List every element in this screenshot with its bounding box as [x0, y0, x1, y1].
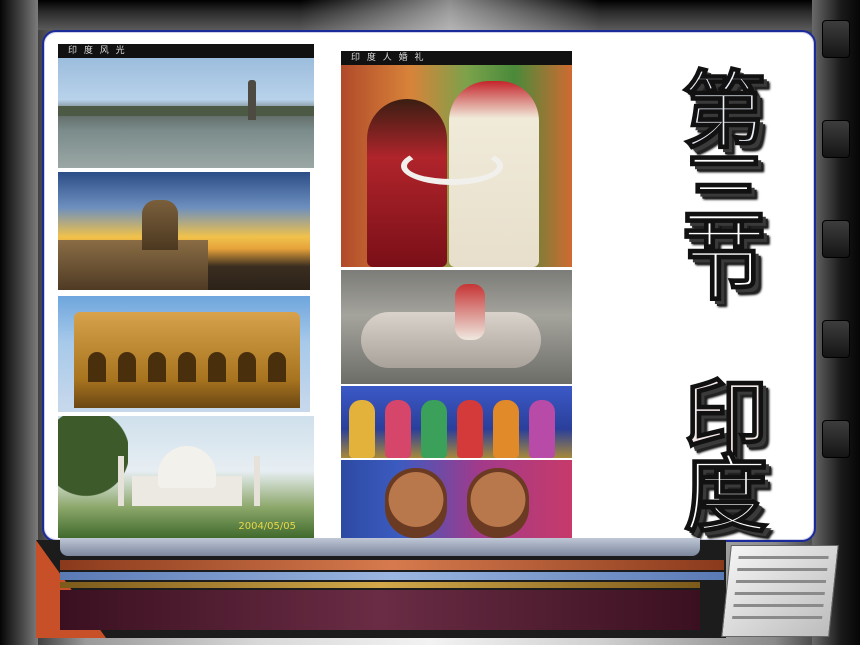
- taj-minaret: [118, 456, 124, 506]
- photo-taj-mahal: 2004/05/05: [58, 416, 314, 538]
- photo-temple-sunset: [58, 172, 310, 290]
- dancer: [457, 400, 483, 458]
- photo-wedding-couple: 印 度 人 婚 礼: [341, 51, 572, 267]
- stripe-maroon: [60, 590, 700, 630]
- newspaper-line: [738, 556, 829, 559]
- newspaper-line: [732, 616, 823, 619]
- photo-tower: [142, 200, 178, 250]
- newspaper-graphic: [721, 545, 839, 637]
- dancer: [529, 400, 555, 458]
- taj-minaret: [254, 456, 260, 506]
- photo-horse: [361, 312, 541, 368]
- dancer: [349, 400, 375, 458]
- palace-arch: [238, 352, 256, 382]
- bottom-ruler: [60, 538, 700, 556]
- photo-smiling-women: [341, 460, 572, 546]
- photo-date-stamp: 2004/05/05: [238, 521, 296, 532]
- photo-groom-horse: [341, 270, 572, 384]
- top-bar: [0, 0, 860, 30]
- taj-dome: [158, 446, 216, 488]
- photo-face: [385, 468, 447, 538]
- palace-arch: [148, 352, 166, 382]
- newspaper-line: [737, 568, 828, 571]
- stripe-gold: [60, 582, 700, 588]
- border-knob: [822, 420, 850, 458]
- stripe-blue: [60, 572, 724, 580]
- dancer: [421, 400, 447, 458]
- palace-arch: [118, 352, 136, 382]
- newspaper-line: [733, 604, 824, 607]
- newspaper-line: [735, 580, 827, 583]
- photo-face: [467, 468, 529, 538]
- right-photo-caption: 印 度 人 婚 礼: [341, 51, 572, 65]
- photo-statue: [248, 80, 256, 120]
- photo-building: [58, 240, 208, 290]
- border-knob: [822, 220, 850, 258]
- title-char-du: 度: [683, 444, 769, 545]
- border-knob: [822, 120, 850, 158]
- photo-rider: [455, 284, 485, 340]
- border-knob: [822, 320, 850, 358]
- border-knob: [822, 20, 850, 58]
- top-bar-shine: [300, 0, 600, 30]
- photo-palace: [58, 296, 310, 412]
- photo-lake-statue: 印 度 风 光: [58, 44, 314, 168]
- photo-palace-body: [74, 312, 300, 408]
- palace-arch: [208, 352, 226, 382]
- dancer: [385, 400, 411, 458]
- palace-arch: [88, 352, 106, 382]
- left-border: [0, 0, 38, 645]
- stripe-copper: [60, 560, 724, 570]
- dancer: [493, 400, 519, 458]
- photo-garland: [401, 147, 503, 185]
- palace-arch: [178, 352, 196, 382]
- newspaper-line: [734, 592, 825, 595]
- palace-arch: [268, 352, 286, 382]
- photo-shoreline: [58, 106, 314, 116]
- photo-dancers: [341, 386, 572, 458]
- left-photo-caption: 印 度 风 光: [58, 44, 314, 58]
- title-char-jie: 节: [681, 212, 767, 313]
